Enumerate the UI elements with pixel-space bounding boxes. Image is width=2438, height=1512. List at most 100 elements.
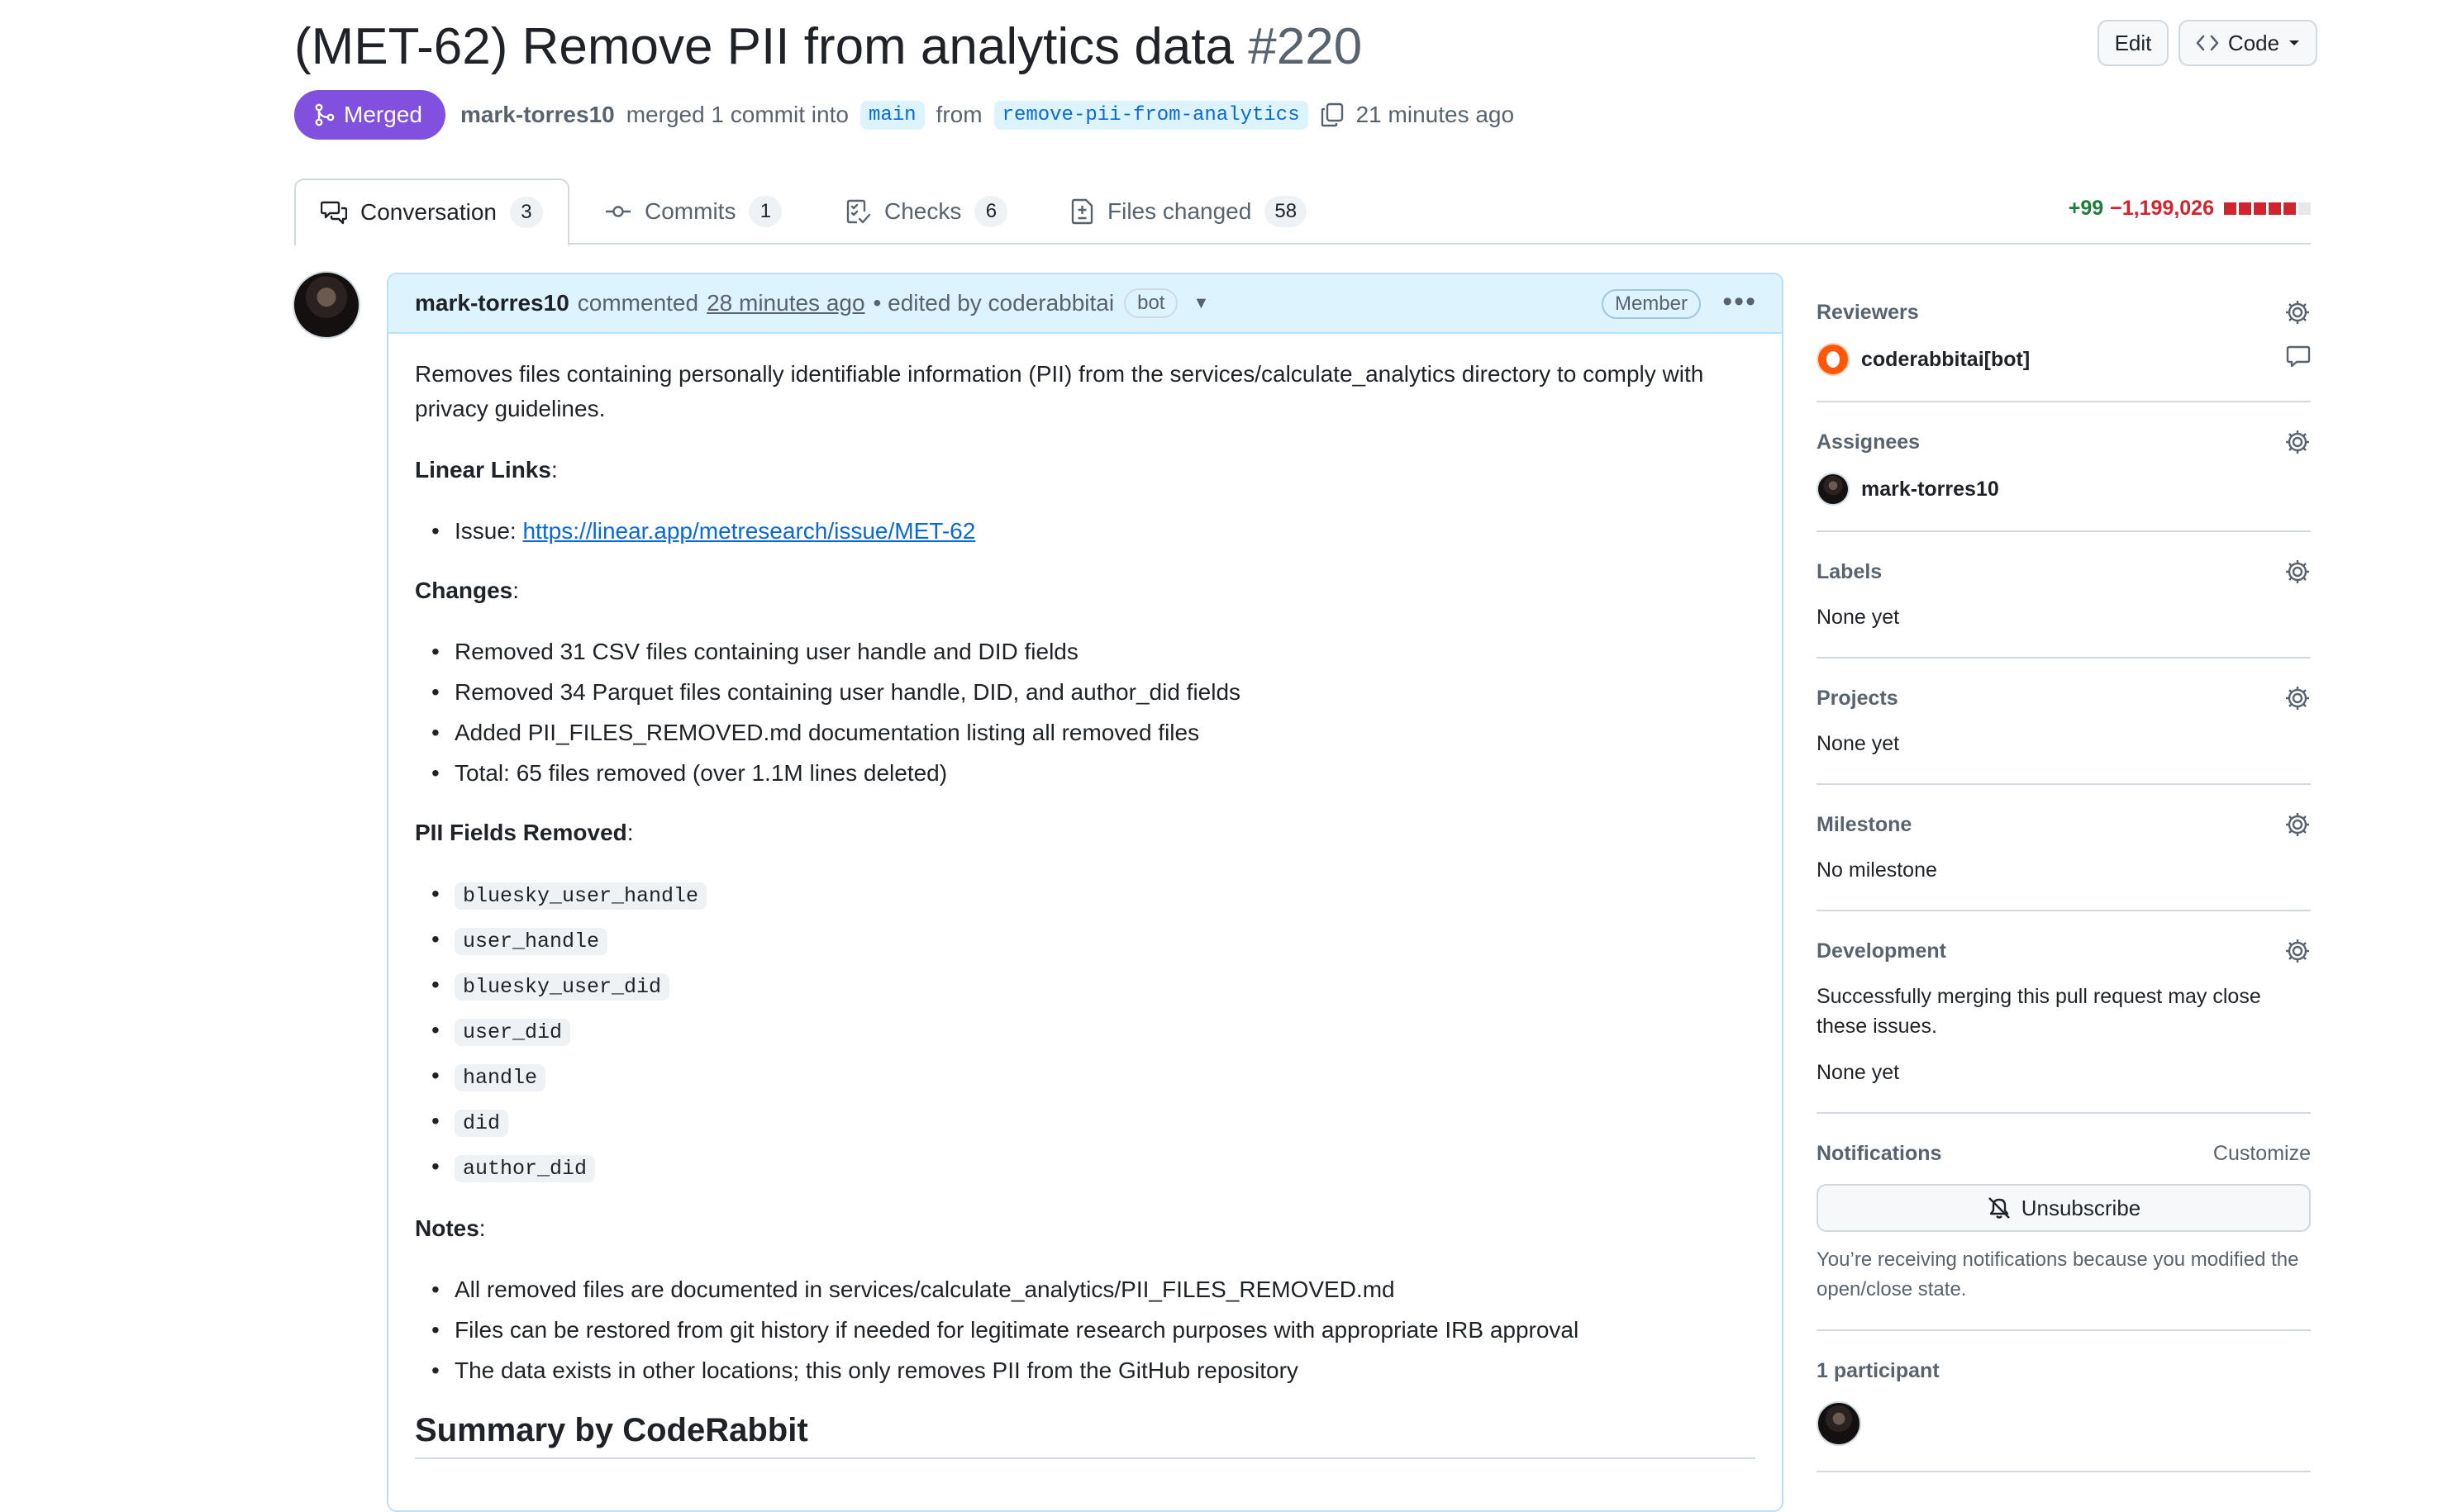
base-branch[interactable]: main [859,100,925,130]
gear-icon[interactable] [2284,685,2311,711]
status-label: Merged [344,102,422,127]
tab-files-changed[interactable]: Files changed 58 [1071,178,1307,245]
tab-label: Files changed [1107,198,1252,224]
customize-link[interactable]: Customize [2213,1142,2311,1166]
list-item: did [415,1104,1755,1141]
assignee-item[interactable]: mark-torres10 [1817,473,2311,506]
gear-icon[interactable] [2284,429,2311,455]
kebab-menu-icon[interactable]: ••• [1722,286,1757,318]
projects-title: Projects [1817,687,1898,710]
list-item: user_handle [415,922,1755,959]
status-badge: Merged [294,90,445,140]
development-title: Development [1817,939,1946,963]
list-item: Removed 31 CSV files containing user han… [415,635,1755,669]
bell-slash-icon [1988,1197,2010,1219]
issue-link[interactable]: https://linear.app/metresearch/issue/MET… [522,518,975,544]
comment-verb: commented [577,290,699,316]
diff-block [2239,202,2251,215]
labels-value: None yet [1817,606,1900,629]
diff-block [2254,202,2266,215]
code-button[interactable]: Code [2178,20,2317,66]
code-chip: bluesky_user_did [455,973,670,1001]
code-button-label: Code [2227,30,2280,55]
linear-list: Issue: https://linear.app/metresearch/is… [415,514,1755,549]
pr-tabs: Conversation 3 Commits 1 Checks 6 Files … [294,178,2311,246]
pr-time: 21 minutes ago [1355,102,1515,127]
tab-counter: 1 [749,196,783,227]
copy-icon[interactable] [1320,102,1345,128]
reviewers-title: Reviewers [1817,301,1919,324]
reviewers-section: Reviewers coderabbitai[bot] [1817,273,2311,402]
unsubscribe-button[interactable]: Unsubscribe [1817,1184,2311,1232]
pr-number: #220 [1248,18,1363,75]
list-item: handle [415,1058,1755,1096]
head-branch[interactable]: remove-pii-from-analytics [993,100,1308,130]
diff-block [2283,202,2296,215]
notes-heading: Notes [415,1215,479,1241]
comment-timestamp[interactable]: 28 minutes ago [707,290,864,316]
bot-badge: bot [1124,288,1179,318]
chevron-down-icon [2289,40,2300,45]
list-item: Files can be restored from git history i… [415,1313,1755,1348]
list-item: user_did [415,1013,1755,1050]
code-chip: bluesky_user_handle [455,882,707,910]
list-item: Added PII_FILES_REMOVED.md documentation… [415,716,1755,750]
labels-title: Labels [1817,560,1883,583]
participants-title: 1 participant [1817,1359,1940,1382]
chevron-down-icon[interactable]: ▼ [1193,294,1209,313]
notes-list: All removed files are documented in serv… [415,1272,1755,1388]
diffstat: +99 −1,199,026 [2069,197,2311,221]
from-text: from [936,102,983,127]
projects-section: Projects None yet [1817,659,2311,785]
gear-icon[interactable] [2284,811,2311,838]
diff-block [2298,202,2311,215]
summary-heading: Summary by CodeRabbit [415,1413,1755,1459]
diff-blocks [2224,202,2311,215]
member-badge: Member [1601,289,1701,319]
fields-heading: PII Fields Removed [415,820,627,845]
milestone-section: Milestone No milestone [1817,785,2311,911]
diff-block [2269,202,2281,215]
avatar[interactable] [293,271,360,339]
git-merge-icon [315,103,335,126]
edit-button[interactable]: Edit [2098,20,2169,66]
list-item: Total: 65 files removed (over 1.1M lines… [415,756,1755,791]
file-diff-icon [1071,198,1093,225]
list-item: Removed 34 Parquet files containing user… [415,675,1755,710]
code-chip: user_handle [455,928,608,955]
code-chip: author_did [455,1155,596,1182]
comment-icon[interactable] [2286,344,2311,368]
tab-commits[interactable]: Commits 1 [605,178,783,245]
gear-icon[interactable] [2284,559,2311,585]
reviewer-item[interactable]: coderabbitai[bot] [1817,343,2311,376]
coderabbit-avatar [1817,343,1850,376]
tab-label: Checks [884,198,962,224]
notifications-reason: You’re receiving notifications because y… [1817,1248,2299,1300]
notifications-section: Notifications Customize Unsubscribe You’… [1817,1114,2311,1331]
diff-deletions: −1,199,026 [2110,197,2214,220]
comment-header: mark-torres10 commented 28 minutes ago •… [388,274,1782,334]
pr-sidebar: Reviewers coderabbitai[bot] Assignees ma… [1817,273,2311,1472]
list-item: bluesky_user_did [415,968,1755,1005]
pr-title-text: (MET-62) Remove PII from analytics data [294,18,1235,75]
pr-description-comment: mark-torres10 commented 28 minutes ago •… [387,273,1783,1512]
tab-counter: 6 [974,196,1008,227]
tab-label: Commits [645,198,736,224]
pr-author-link[interactable]: mark-torres10 [460,102,615,128]
reviewer-name: coderabbitai[bot] [1861,347,2031,371]
comment-author[interactable]: mark-torres10 [415,290,569,316]
gear-icon[interactable] [2284,938,2311,964]
checklist-icon [846,199,871,224]
edited-by-text[interactable]: • edited by coderabbitai [874,290,1115,316]
tab-conversation[interactable]: Conversation 3 [294,178,569,246]
code-chip: user_did [455,1019,571,1046]
tab-checks[interactable]: Checks 6 [846,178,1008,245]
gear-icon[interactable] [2284,299,2311,326]
tab-counter: 3 [509,197,543,228]
code-chip: handle [455,1064,546,1091]
code-icon [2196,35,2219,51]
participants-section: 1 participant [1817,1331,2311,1472]
unsubscribe-label: Unsubscribe [2021,1195,2141,1220]
avatar[interactable] [1817,1401,1861,1446]
list-item: The data exists in other locations; this… [415,1353,1755,1388]
